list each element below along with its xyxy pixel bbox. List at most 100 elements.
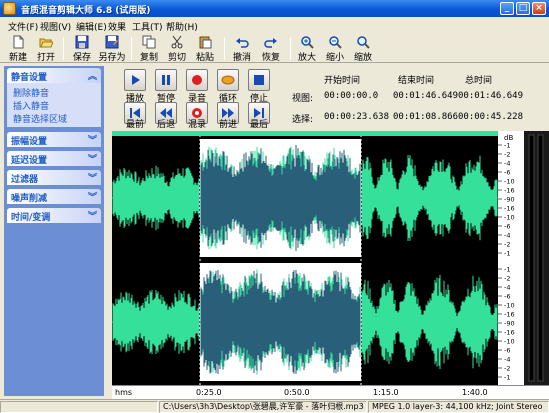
status-audio-format: MPEG 1.0 layer-3: 44,100 kHz; Joint Ster…: [368, 401, 549, 413]
cut-label: 剪切: [167, 53, 186, 63]
sidebar-item-insert-silence[interactable]: 插入静音: [13, 99, 49, 112]
minimize-button[interactable]: _: [500, 2, 514, 15]
play-button[interactable]: [124, 69, 146, 91]
menu-effects[interactable]: 效果: [108, 20, 126, 33]
close-button[interactable]: ×: [532, 2, 546, 15]
sidebar-section-filter[interactable]: 过滤器 ︾: [7, 170, 101, 185]
zoom-out-label: 缩小: [325, 53, 344, 63]
level-meter-left: [528, 134, 535, 382]
db-tick-label: -90: [504, 196, 515, 204]
zoom-in-button[interactable]: 放大: [292, 35, 322, 63]
last-label: 最后: [249, 120, 268, 130]
db-tick-label: -16: [504, 329, 515, 337]
save-button[interactable]: 保存: [67, 35, 97, 63]
db-tick-label: -1: [504, 250, 510, 258]
db-tick-label: -16: [504, 205, 515, 213]
menu-help[interactable]: 帮助(H): [166, 20, 198, 33]
time-ruler[interactable]: hms 0:25.0 0:50.0 1:15.0 1:40.0: [112, 385, 549, 399]
sidebar-section-silence[interactable]: 静音设置 ︽: [7, 68, 101, 83]
chevron-down-icon[interactable]: ︾: [88, 190, 97, 203]
status-file-path: C:\Users\3h3\Desktop\张碧晨,许军豪 - 落叶归根.mp3: [159, 401, 367, 413]
menu-file[interactable]: 文件(F): [8, 20, 38, 33]
sidebar-section-delay[interactable]: 延迟设置 ︾: [7, 151, 101, 166]
menu-edit[interactable]: 编辑(E): [76, 20, 107, 33]
copy-icon: [142, 35, 156, 49]
paste-label: 粘贴: [195, 53, 214, 63]
pause-button[interactable]: [155, 69, 177, 91]
waveform-canvas[interactable]: dB-1-2-4-6-10-16-90-16-10-6-4-2-1-1-2-4-…: [112, 131, 549, 385]
zoom-out-button[interactable]: 缩小: [320, 35, 350, 63]
db-tick-label: -1: [504, 374, 510, 382]
transport-panel: 播放 暂停 录音 循环 停止 最前 后退 混录 前进 最后 开始时间 结束时间 …: [118, 67, 546, 130]
maximize-button[interactable]: □: [516, 2, 530, 15]
section-title: 静音设置: [11, 73, 48, 83]
chevron-up-icon[interactable]: ︽: [88, 69, 97, 82]
sidebar: 静音设置 ︽ 删除静音 插入静音 静音选择区域 振幅设置 ︾ 延迟设置 ︾ 过滤…: [4, 66, 104, 396]
db-tick-label: -2: [504, 275, 510, 283]
db-tick-label: -4: [504, 232, 510, 240]
sidebar-section-time-pitch[interactable]: 时间/变调 ︾: [7, 208, 101, 223]
selection-label: 选择:: [292, 115, 314, 125]
cut-button[interactable]: 剪切: [162, 35, 192, 63]
section-title: 过滤器: [11, 175, 39, 185]
status-empty: [0, 401, 158, 413]
selection-end-time: 00:01:08.866: [393, 112, 459, 122]
undo-label: 撤消: [232, 53, 251, 63]
play-icon: [132, 75, 140, 85]
undo-arrow-icon: [236, 38, 249, 48]
time-ruler-unit: hms: [115, 388, 133, 397]
paste-button[interactable]: 粘贴: [190, 35, 220, 63]
db-tick-label: -4: [504, 284, 510, 292]
redo-arrow-icon: [264, 38, 277, 48]
chevron-down-icon[interactable]: ︾: [88, 171, 97, 184]
sidebar-item-delete-silence[interactable]: 删除静音: [13, 86, 49, 99]
db-tick-label: -16: [504, 187, 515, 195]
db-tick-label: -16: [504, 311, 515, 319]
view-label: 视图:: [292, 94, 314, 104]
open-folder-icon: [39, 38, 53, 48]
zoom-icon: [357, 36, 370, 49]
forward-label: 前进: [218, 120, 237, 130]
sidebar-section-amplitude[interactable]: 振幅设置 ︾: [7, 132, 101, 147]
status-bar: C:\Users\3h3\Desktop\张碧晨,许军豪 - 落叶归根.mp3 …: [0, 399, 549, 413]
section-title: 噪声削减: [11, 194, 48, 204]
save-as-icon: [105, 35, 119, 49]
chevron-down-icon[interactable]: ︾: [88, 152, 97, 165]
menu-tools[interactable]: 工具(T): [132, 20, 163, 33]
save-as-button[interactable]: 另存为: [97, 35, 127, 63]
app-icon: [3, 2, 16, 15]
db-tick-label: -4: [504, 356, 510, 364]
toolbar-separator: [290, 37, 291, 60]
undo-button[interactable]: 撤消: [227, 35, 257, 63]
mix-record-label: 混录: [187, 120, 206, 130]
end-time-header: 结束时间: [398, 76, 435, 86]
loop-button[interactable]: [217, 69, 239, 91]
first-label: 最前: [125, 120, 144, 130]
title-bar[interactable]: 音质混音剪辑大师 6.8 (试用版) _ □ ×: [0, 0, 549, 17]
sidebar-item-silence-selection[interactable]: 静音选择区域: [13, 112, 67, 125]
chevron-down-icon[interactable]: ︾: [88, 209, 97, 222]
pause-icon: [162, 75, 170, 85]
db-tick-label: -10: [504, 214, 515, 222]
chevron-down-icon[interactable]: ︾: [88, 133, 97, 146]
menu-view[interactable]: 视图(V): [40, 20, 71, 33]
db-tick-label: -10: [504, 302, 515, 310]
copy-button[interactable]: 复制: [134, 35, 164, 63]
section-title: 时间/变调: [11, 213, 51, 223]
db-tick-label: -10: [504, 338, 515, 346]
time-ruler-label: 0:50.0: [284, 388, 310, 397]
new-button[interactable]: 新建: [3, 35, 33, 63]
record-button[interactable]: [186, 69, 208, 91]
total-time-header: 总时间: [465, 76, 493, 86]
toolbar: 新建 打开 保存 另存为 复制 剪切 粘贴 撤消 恢复 放大 缩小 缩放: [0, 33, 549, 63]
stop-icon: [254, 75, 264, 85]
sidebar-section-noise-reduction[interactable]: 噪声削减 ︾: [7, 189, 101, 204]
waveform-view[interactable]: dB -1 -2 -4 -6 -10 -16 -90 -16 -10 -6 -4 -2 -1 -1 -2 -4-…: [112, 131, 549, 385]
db-tick-label: -6: [504, 223, 510, 231]
open-button[interactable]: 打开: [31, 35, 61, 63]
toolbar-separator: [63, 37, 64, 60]
menu-bar: 文件(F) 视图(V) 编辑(E) 效果 工具(T) 帮助(H): [0, 17, 549, 33]
zoom-button[interactable]: 缩放: [348, 35, 378, 63]
redo-button[interactable]: 恢复: [256, 35, 286, 63]
stop-button[interactable]: [248, 69, 270, 91]
